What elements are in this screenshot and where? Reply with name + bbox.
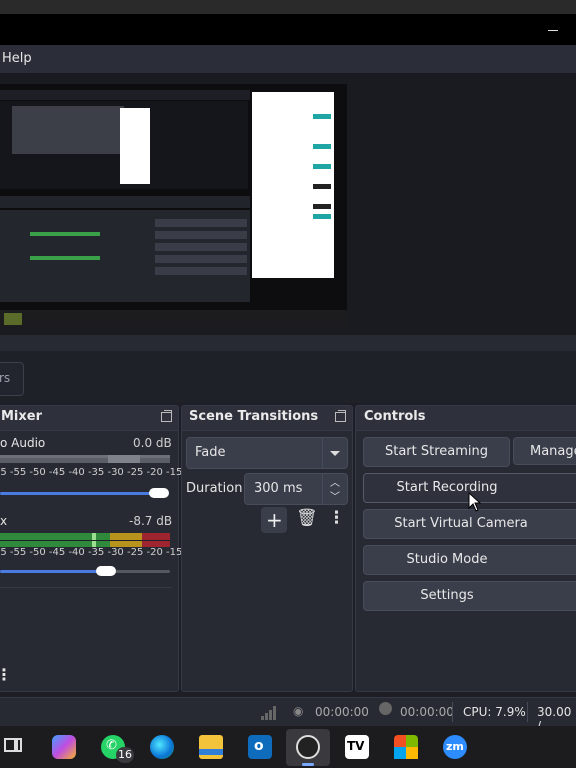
volume-slider-track[interactable]	[0, 492, 158, 495]
float-dock-icon[interactable]	[335, 410, 346, 422]
tradingview-icon[interactable]: TV	[345, 735, 369, 759]
volume-slider-knob[interactable]	[96, 566, 116, 576]
scene-transitions-title-bar: Scene Transitions	[182, 406, 352, 431]
mixer-channel-name: o Audio	[0, 436, 46, 450]
controls-title-bar: Controls	[356, 406, 576, 431]
copilot-icon[interactable]	[52, 735, 76, 759]
record-status-icon	[379, 702, 392, 715]
edge-icon[interactable]	[150, 735, 174, 759]
stream-status-icon: ◉	[293, 704, 304, 718]
whatsapp-badge: 16	[116, 747, 134, 763]
vertical-dots-icon[interactable]: ⋮	[328, 508, 345, 528]
zoom-icon[interactable]: zm	[443, 735, 467, 759]
record-time: 00:00:00	[400, 705, 454, 719]
audio-meter	[0, 533, 170, 547]
network-signal-icon	[261, 706, 276, 720]
menu-help[interactable]: Help	[2, 51, 32, 66]
stream-time: 00:00:00	[315, 705, 369, 719]
mixer-divider	[0, 587, 172, 588]
add-transition-button[interactable]: +	[261, 507, 287, 533]
obs-taskbar-active[interactable]	[286, 729, 330, 766]
chevron-down-icon[interactable]: ﹀	[330, 488, 340, 503]
titlebar-top-strip	[0, 0, 576, 14]
transition-select[interactable]: Fade	[186, 437, 348, 469]
studio-mode-button[interactable]: Studio Mode	[363, 545, 576, 575]
chevron-down-icon	[330, 451, 340, 456]
float-dock-icon[interactable]	[161, 410, 172, 422]
settings-button[interactable]: Settings	[363, 581, 576, 611]
scene-transitions-title: Scene Transitions	[189, 409, 319, 424]
duration-label: Duration	[186, 481, 243, 496]
mixer-title: Mixer	[1, 409, 43, 424]
menu-bar: Help	[0, 45, 576, 73]
manage-button[interactable]: Manage	[513, 437, 576, 465]
program-preview[interactable]	[0, 84, 347, 327]
status-bar: ◉ 00:00:00 00:00:00 CPU: 7.9% 30.00 /	[0, 697, 576, 733]
outlook-icon[interactable]: o	[248, 735, 272, 759]
preview-screen-capture	[0, 84, 347, 327]
duration-value: 300 ms	[254, 481, 303, 496]
volume-slider-knob[interactable]	[149, 488, 169, 498]
mixer-channel-name: x	[0, 514, 8, 528]
mixer-title-bar: Mixer	[0, 406, 178, 431]
obs-icon	[296, 735, 320, 759]
task-view-icon[interactable]	[3, 737, 23, 757]
scene-filter-label: rs	[0, 371, 11, 385]
microsoft-store-icon[interactable]	[394, 735, 418, 759]
cpu-usage: CPU: 7.9%	[463, 705, 526, 719]
transition-select-value: Fade	[195, 445, 226, 460]
start-streaming-button[interactable]: Start Streaming	[363, 437, 510, 467]
duration-spinbox[interactable]: 300 ms ︿ ﹀	[244, 473, 348, 505]
scene-filter-button[interactable]: rs	[0, 362, 24, 396]
mixer-channel-level: -8.7 dB	[129, 514, 173, 528]
scene-controls-strip	[0, 351, 576, 403]
chevron-up-icon[interactable]: ︿	[330, 474, 340, 489]
plus-icon: +	[266, 508, 283, 532]
volume-slider-track[interactable]	[0, 570, 104, 573]
mouse-cursor-icon	[468, 492, 482, 512]
preview-divider	[0, 335, 576, 351]
minimize-icon[interactable]	[548, 30, 558, 31]
start-virtual-camera-button[interactable]: Start Virtual Camera	[363, 509, 576, 539]
mixer-channel-level: 0.0 dB	[133, 436, 172, 450]
window-titlebar	[0, 0, 576, 45]
audio-meter	[0, 455, 170, 463]
trash-icon[interactable]: 🗑	[296, 508, 318, 528]
vertical-dots-icon[interactable]: ⋮	[0, 665, 12, 684]
file-explorer-icon[interactable]	[199, 735, 223, 759]
controls-title: Controls	[364, 409, 426, 424]
